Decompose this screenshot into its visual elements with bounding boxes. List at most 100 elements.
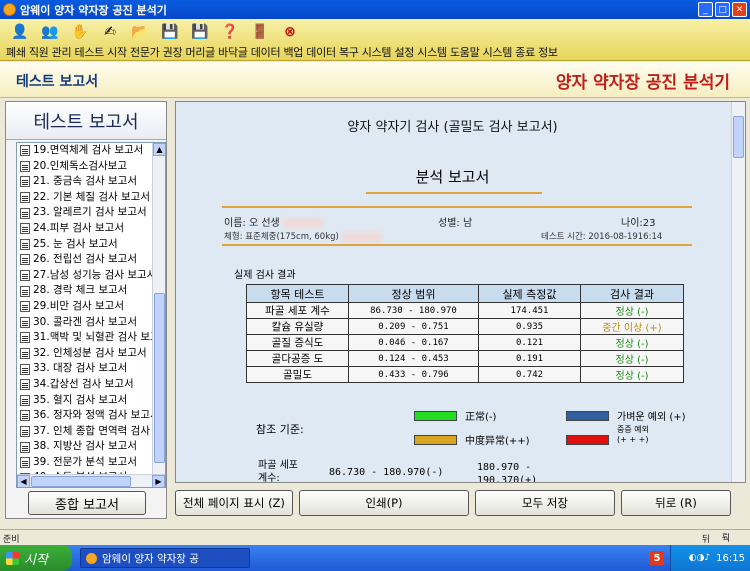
report-scroll-thumb[interactable] [733,116,744,158]
document-icon [20,441,30,453]
table-cell-value: 174.451 [478,302,581,319]
list-item[interactable]: 27.남성 성기능 검사 보고서 [17,268,156,284]
hand-icon[interactable]: ✋ [68,21,92,43]
report-list[interactable]: 19.면역체계 검사 보고서 20.인체독소검사보고 21. 중금속 검사 보고서 2… [16,142,166,488]
person-icon[interactable]: 👤 [8,21,32,43]
full-page-button[interactable]: 전체 페이지 표시 (Z) [175,490,293,516]
print-button[interactable]: 인쇄(P) [299,490,469,516]
list-item[interactable]: 25. 눈 검사 보고서 [17,237,153,253]
summary-report-button[interactable]: 종합 보고서 [28,491,146,515]
window-controls: _ □ ✕ [698,2,747,17]
list-item[interactable]: 36. 정자와 정액 검사 보고서 [17,408,160,424]
list-item-label: 30. 콜라겐 검사 보고서 [33,315,137,328]
list-item[interactable]: 28. 경락 체크 보고서 [17,283,153,299]
list-item[interactable]: 34.갑상선 검사 보고서 [17,377,153,393]
list-item[interactable]: 29.비만 검사 보고서 [17,299,153,315]
scroll-left-arrow[interactable]: ◀ [17,475,30,487]
table-cell-range: 0.209 - 0.751 [348,318,479,335]
legend-swatch [566,435,609,445]
list-item-label: 38. 지방산 검사 보고서 [33,440,137,453]
legend-label: 참조 기준: [256,423,304,436]
divider [222,244,692,246]
report-vertical-scrollbar[interactable] [731,102,745,482]
document-icon [20,270,30,282]
document-icon [20,410,30,422]
list-item-label: 23. 알레르기 검사 보고서 [33,206,147,219]
table-cell-result: 중간 이상 (+) [580,318,684,335]
back-button[interactable]: 뒤로 (R) [621,490,731,516]
close-icon[interactable]: ⊗ [278,21,302,43]
legend-severe: 중증 예외 (+ + +) [566,425,649,445]
users-icon[interactable]: 👥 [38,21,62,43]
list-vertical-scrollbar[interactable]: ▲ [152,143,165,475]
document-icon [20,394,30,406]
toolbar-icons: 👤 👥 ✋ ✍ 📂 💾 💾 ❓ 🚪 ⊗ [8,21,302,43]
document-icon [20,207,30,219]
tray-icons[interactable]: ◐◑♪ [689,553,710,563]
legend-swatch [566,410,609,421]
list-item-label: 28. 경락 체크 보고서 [33,284,128,297]
list-horizontal-scrollbar[interactable]: ◀ ▶ [17,474,165,487]
advice-icon[interactable]: ✍ [98,21,122,43]
status-right-2: 뤅 [721,534,730,544]
tray-app-icon[interactable]: 5 [650,551,664,565]
report-panel: 양자 약자기 검사 (골밀도 검사 보고서) 분석 보고서 이름: 오 선생 성… [175,101,746,483]
table-cell-value: 0.742 [478,366,581,383]
results-table: 항목 테스트 정상 범위 실제 측정값 검사 결과 파골 세포 계수 86.730… [246,284,684,383]
divider [366,192,542,194]
list-item[interactable]: 31.맥박 및 뇌혈관 검사 보고서 [17,330,165,346]
window-title: 암웨이 양자 약자장 공진 분석기 [20,3,167,17]
list-item-label: 37. 인체 종합 면역력 검사 [33,424,150,437]
page-title: 테스트 보고서 [16,74,99,90]
list-item[interactable]: 38. 지방산 검사 보고서 [17,439,153,455]
table-row: 골다공증 도 0.124 - 0.453 0.191 정상 (-) [246,350,684,367]
disk-icon[interactable]: 💾 [158,21,182,43]
close-window-button[interactable]: ✕ [732,2,747,17]
scroll-thumb[interactable] [154,293,165,463]
list-item-label: 26. 전립선 검사 보고서 [33,253,137,266]
app-brand-title: 양자 약자장 공진 분석기 [555,73,730,93]
h-scroll-thumb[interactable] [31,476,131,487]
help-icon[interactable]: ❓ [218,21,242,43]
door-icon[interactable]: 🚪 [248,21,272,43]
start-button[interactable]: 시작 [0,545,72,571]
document-icon [20,457,30,469]
report-subtitle: 분석 보고서 [415,168,490,186]
taskbar-app-button[interactable]: 암웨이 양자 약자장 공 [80,548,250,568]
list-item[interactable]: 24.피부 검사 보고서 [17,221,153,237]
document-icon [20,238,30,250]
app-icon [3,3,16,16]
scroll-up-arrow[interactable]: ▲ [153,143,165,156]
list-item[interactable]: 23. 알레르기 검사 보고서 [17,205,153,221]
maximize-button[interactable]: □ [715,2,730,17]
folder-icon[interactable]: 📂 [128,21,152,43]
list-item[interactable]: 37. 인체 종합 면역력 검사 [17,424,153,440]
disk-save-icon[interactable]: 💾 [188,21,212,43]
table-cell-item: 골다공증 도 [246,350,349,367]
list-item[interactable]: 26. 전립선 검사 보고서 [17,252,153,268]
list-item-label: 20.인체독소검사보고 [33,159,127,172]
save-all-button[interactable]: 모두 저장 [475,490,615,516]
patient-age: 나이:23 [621,218,656,229]
taskbar: 시작 암웨이 양자 약자장 공 5 ◐◑♪ 16:15 [0,545,750,571]
legend-normal: 正常(-) [414,408,496,423]
list-item[interactable]: 20.인체독소검사보고 [17,159,153,175]
document-icon [20,254,30,266]
list-item[interactable]: 35. 혈지 검사 보고서 [17,393,153,409]
list-item[interactable]: 21. 중금속 검사 보고서 [17,174,153,190]
list-item-label: 24.피부 검사 보고서 [33,221,124,234]
list-item[interactable]: 39. 전문가 분석 보고서 [17,455,153,471]
scroll-right-arrow[interactable]: ▶ [152,475,165,487]
list-item[interactable]: 30. 콜라겐 검사 보고서 [17,315,153,331]
list-item-label: 29.비만 검사 보고서 [33,299,124,312]
list-item[interactable]: 33. 대장 검사 보고서 [17,361,153,377]
list-item[interactable]: 32. 인체성분 검사 보고서 [17,346,153,362]
table-cell-item: 골질 증식도 [246,334,349,351]
list-item[interactable]: 19.면역체계 검사 보고서 [17,143,153,159]
table-cell-result: 정상 (-) [580,334,684,351]
table-cell-result: 정상 (-) [580,302,684,319]
legend-text: 중증 예외 (+ + +) [617,425,649,444]
list-item[interactable]: 22. 기본 체질 검사 보고서 [17,190,153,206]
list-item-label: 35. 혈지 검사 보고서 [33,393,128,406]
minimize-button[interactable]: _ [698,2,713,17]
